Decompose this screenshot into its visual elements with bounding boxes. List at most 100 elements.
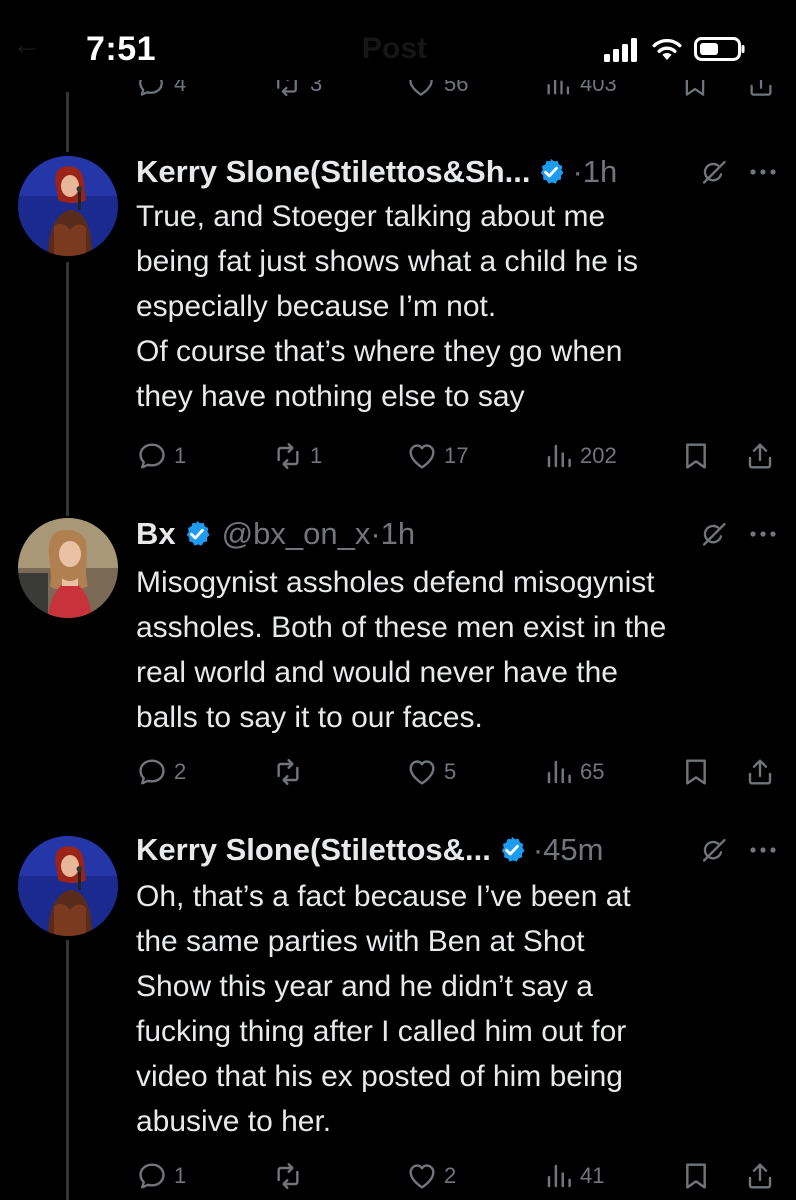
ghost-repost-count: 3 [310,80,323,96]
display-name[interactable]: Bx [136,516,176,552]
verified-badge-icon [536,157,566,187]
tweet-time[interactable]: ·1h [572,154,617,190]
repost-button[interactable] [272,1156,310,1196]
avatar-image-kerry [18,156,118,256]
wifi-icon [652,38,682,60]
tweet-time[interactable]: ·45m [533,832,604,868]
bookmark-button[interactable] [680,436,712,476]
repost-icon [272,1160,304,1192]
ghost-like: 56 [406,80,468,102]
views-count: 65 [580,759,605,784]
like-count: 2 [444,1163,457,1188]
reply-count: 2 [174,759,187,784]
more-icon[interactable] [750,168,776,176]
ghost-share [746,80,776,102]
thread-line [66,92,69,152]
repost-icon [272,80,302,99]
reply-button[interactable]: 1 [136,436,186,476]
views-icon [544,1161,574,1191]
text-line: Misogynist assholes defend misogynist [136,566,655,599]
text-line: Show this year and he didn’t say a [136,970,593,1003]
avatar[interactable] [18,156,118,256]
views-count: 202 [580,443,617,468]
tweet[interactable]: Kerry Slone(Stilettos&Sh... ·1h True, an… [0,150,796,490]
avatar[interactable] [18,518,118,618]
views-button[interactable]: 41 [544,1156,604,1196]
grok-icon[interactable] [700,520,728,548]
tweet-text: Misogynist assholes defend misogynist as… [136,560,776,740]
status-time: 7:51 [86,30,157,68]
repost-button[interactable] [272,752,310,792]
share-button[interactable] [744,1156,776,1196]
ghost-views-count: 403 [580,80,617,96]
views-count: 41 [580,1163,605,1188]
tweet-text: True, and Stoeger talking about me being… [136,194,776,419]
reply-icon [136,440,168,472]
text-line: the same parties with Ben at Shot [136,925,585,958]
avatar[interactable] [18,836,118,936]
tweet[interactable]: Kerry Slone(Stilettos&... ·45m Oh, that’… [0,828,796,1200]
tweet-header: Kerry Slone(Stilettos&Sh... ·1h [136,150,776,194]
reply-count: 1 [174,443,187,468]
avatar-image-bx [18,518,118,618]
bookmark-button[interactable] [680,1156,712,1196]
back-arrow-icon[interactable]: ← [12,28,42,62]
bookmark-icon [680,1160,712,1192]
ghost-views: 403 [544,80,617,102]
grok-icon[interactable] [700,158,728,186]
more-icon[interactable] [750,846,776,854]
tweet-time[interactable]: ·1h [370,516,415,552]
like-button[interactable]: 5 [406,752,456,792]
heart-icon [406,80,436,99]
tweet-actions: 2 5 65 [136,752,776,792]
display-name[interactable]: Kerry Slone(Stilettos&... [136,832,491,868]
repost-button[interactable]: 1 [272,436,322,476]
previous-tweet-actions: 4 3 56 403 [0,80,796,106]
views-button[interactable]: 202 [544,436,617,476]
reply-icon [136,80,166,99]
reply-button[interactable]: 1 [136,1156,186,1196]
reply-count: 1 [174,1163,187,1188]
text-line: video that his ex posted of him being [136,1060,623,1093]
avatar-image-kerry [18,836,118,936]
battery-icon [694,37,745,61]
share-button[interactable] [744,436,776,476]
views-icon [544,441,574,471]
bookmark-icon [680,440,712,472]
handle[interactable]: @bx_on_x [222,516,371,552]
repost-icon [272,756,304,788]
text-line: True, and Stoeger talking about me [136,200,606,233]
text-line: Of course that’s where they go when [136,335,623,368]
views-icon [544,757,574,787]
repost-icon [272,440,304,472]
grok-icon[interactable] [700,836,728,864]
like-button[interactable]: 17 [406,436,468,476]
bookmark-icon [680,80,710,99]
ghost-reply-count: 4 [174,80,187,96]
ghost-repost: 3 [272,80,322,102]
text-line: abusive to her. [136,1105,332,1138]
share-icon [744,756,776,788]
views-button[interactable]: 65 [544,752,604,792]
ghost-bookmark [680,80,710,102]
share-icon [744,440,776,472]
bookmark-button[interactable] [680,752,712,792]
reply-button[interactable]: 2 [136,752,186,792]
more-icon[interactable] [750,530,776,538]
heart-icon [406,756,438,788]
like-button[interactable]: 2 [406,1156,456,1196]
text-line: assholes. Both of these men exist in the [136,611,667,644]
status-bar: ← 7:51 Post [0,0,796,80]
text-line: being fat just shows what a child he is [136,245,638,278]
text-line: they have nothing else to say [136,380,525,413]
ghost-reply: 4 [136,80,186,102]
views-icon [544,80,572,98]
tweet[interactable]: Bx @bx_on_x ·1h Misogynist assholes defe… [0,512,796,812]
share-button[interactable] [744,752,776,792]
display-name[interactable]: Kerry Slone(Stilettos&Sh... [136,154,530,190]
verified-badge-icon [182,519,212,549]
reply-icon [136,1160,168,1192]
text-line: fucking thing after I called him out for [136,1015,627,1048]
verified-badge-icon [497,835,527,865]
like-count: 5 [444,759,457,784]
